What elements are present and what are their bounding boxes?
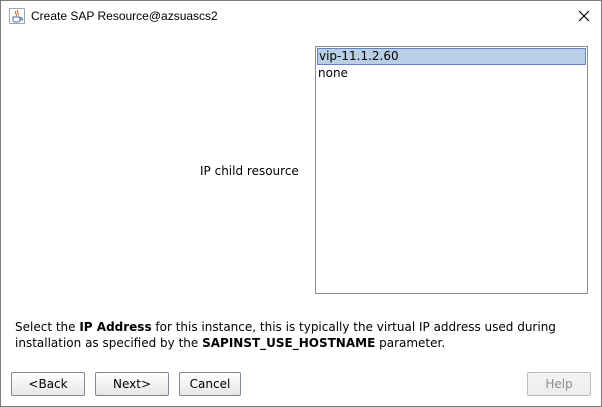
close-icon xyxy=(578,10,590,22)
back-button[interactable]: <Back xyxy=(11,372,85,396)
cancel-button[interactable]: Cancel xyxy=(179,372,241,396)
list-item[interactable]: vip-11.1.2.60 xyxy=(317,48,586,65)
instruction-suffix: parameter. xyxy=(375,336,446,350)
close-button[interactable] xyxy=(573,5,595,27)
list-item[interactable]: none xyxy=(317,65,586,82)
instruction-prefix: Select the xyxy=(15,320,80,334)
dialog-window: Create SAP Resource@azsuascs2 IP child r… xyxy=(0,0,602,407)
help-button[interactable]: Help xyxy=(527,372,591,396)
java-cup-icon xyxy=(9,8,25,24)
instruction-bold-ip-address: IP Address xyxy=(79,320,152,334)
next-button[interactable]: Next> xyxy=(95,372,169,396)
window-title: Create SAP Resource@azsuascs2 xyxy=(31,9,218,23)
instruction-text: Select the IP Address for this instance,… xyxy=(15,319,595,351)
ip-child-resource-label: IP child resource xyxy=(200,164,299,178)
title-bar[interactable]: Create SAP Resource@azsuascs2 xyxy=(1,1,601,31)
instruction-bold-hostname: SAPINST_USE_HOSTNAME xyxy=(202,336,376,350)
ip-child-resource-list[interactable]: vip-11.1.2.60 none xyxy=(315,46,588,294)
